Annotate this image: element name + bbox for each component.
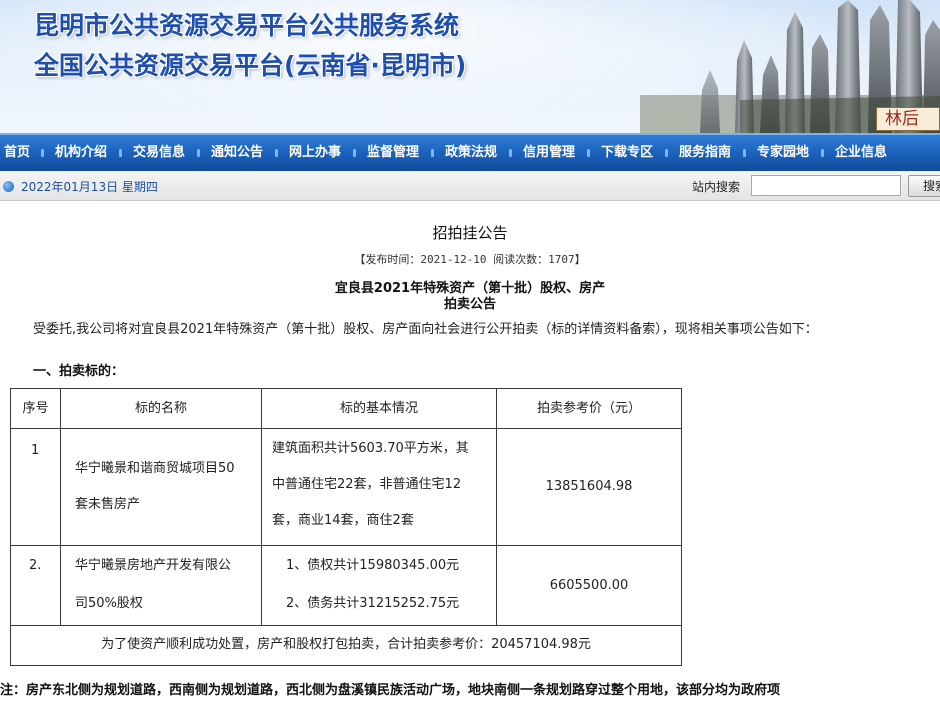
nav-item-guide[interactable]: 服务指南 <box>679 135 731 171</box>
nav-separator <box>353 149 356 157</box>
table-row: 建筑面积共计5603.70平方米，其 中普通住宅22套，非普通住宅12 套，商业… <box>262 429 497 546</box>
row1-price: 13851604.98 <box>545 479 633 494</box>
row2-info-line1: 1、债权共计15980345.00元 <box>286 558 460 573</box>
nav-separator <box>119 149 122 157</box>
row2-name-line1: 华宁曦景房地产开发有限公 <box>75 558 232 573</box>
auction-items-table: 序号 标的名称 标的基本情况 拍卖参考价（元） 1 华宁曦景和谐商贸城项目50 … <box>10 388 682 666</box>
current-date: 2022年01月13日 星期四 <box>21 180 158 194</box>
nav-separator <box>431 149 434 157</box>
nav-item-notices[interactable]: 通知公告 <box>211 135 263 171</box>
row2-price: 6605500.00 <box>549 578 629 593</box>
table-row: 华宁曦景和谐商贸城项目50 套未售房产 <box>61 429 262 546</box>
header-price: 拍卖参考价（元） <box>536 401 641 416</box>
table-footer-text: 为了使资产顺利成功处置，房产和股权打包拍卖，合计拍卖参考价：20457104.9… <box>101 637 591 652</box>
nav-separator <box>509 149 512 157</box>
nav-separator <box>743 149 746 157</box>
header-name: 标的名称 <box>134 401 187 416</box>
nav-separator <box>197 149 200 157</box>
table-row: 2. <box>11 546 61 626</box>
row1-info-line2: 中普通住宅22套，非普通住宅12 <box>272 477 462 492</box>
nav-item-downloads[interactable]: 下载专区 <box>601 135 653 171</box>
row1-name-line1: 华宁曦景和谐商贸城项目50 <box>75 461 235 476</box>
section-heading-auction-items: 一、拍卖标的： <box>33 364 125 379</box>
main-nav: 首页 机构介绍 交易信息 通知公告 网上办事 监督管理 政策法规 信用管理 下载… <box>0 133 940 171</box>
article-subtitle-line2: 拍卖公告 <box>443 297 496 312</box>
site-search-input[interactable] <box>751 175 901 196</box>
row1-name-line2: 套未售房产 <box>75 497 141 512</box>
row2-name-line2: 司50%股权 <box>75 596 143 611</box>
article-title: 招拍挂公告 <box>432 224 508 242</box>
nav-separator <box>821 149 824 157</box>
globe-icon <box>3 181 14 192</box>
header-info: 标的基本情况 <box>339 401 418 416</box>
nav-item-credit[interactable]: 信用管理 <box>523 135 575 171</box>
row2-no: 2. <box>29 558 42 573</box>
nav-item-experts[interactable]: 专家园地 <box>757 135 809 171</box>
article-note: 注：房产东北侧为规划道路，西南侧为规划道路，西北侧为盘溪镇民族活动广场，地块南侧… <box>0 683 781 698</box>
article-meta: 【发布时间：2021-12-10 阅读次数：1707】 <box>354 253 586 266</box>
nav-item-online[interactable]: 网上办事 <box>289 135 341 171</box>
date-search-bar: 2022年01月13日 星期四 站内搜索 搜索 <box>0 171 940 201</box>
banner-title-line2: 全国公共资源交易平台(云南省·昆明市) <box>34 51 467 80</box>
table-row: 13851604.98 <box>497 429 681 546</box>
nav-separator <box>587 149 590 157</box>
table-row: 华宁曦景房地产开发有限公 司50%股权 <box>61 546 262 626</box>
row1-info-line3: 套，商业14套，商住2套 <box>272 513 414 528</box>
table-footer-row: 为了使资产顺利成功处置，房产和股权打包拍卖，合计拍卖参考价：20457104.9… <box>11 626 681 665</box>
row1-no: 1 <box>31 443 40 458</box>
banner-title-line1: 昆明市公共资源交易平台公共服务系统 <box>34 11 460 40</box>
nav-item-supervision[interactable]: 监督管理 <box>367 135 419 171</box>
row2-info-line2: 2、债务共计31215252.75元 <box>286 596 460 611</box>
table-header-cell: 标的基本情况 <box>262 389 497 429</box>
nav-separator <box>665 149 668 157</box>
nav-separator <box>41 149 44 157</box>
row1-info-line1: 建筑面积共计5603.70平方米，其 <box>272 441 469 456</box>
site-search-label: 站内搜索 <box>692 180 741 194</box>
nav-item-about[interactable]: 机构介绍 <box>55 135 107 171</box>
article-intro: 受委托,我公司将对宜良县2021年特殊资产（第十批）股权、房产面向社会进行公开拍… <box>33 322 818 337</box>
table-header-cell: 序号 <box>11 389 61 429</box>
nav-item-companies[interactable]: 企业信息 <box>835 135 887 171</box>
table-row: 1 <box>11 429 61 546</box>
nav-item-trade-info[interactable]: 交易信息 <box>133 135 185 171</box>
table-row: 6605500.00 <box>497 546 681 626</box>
table-row: 1、债权共计15980345.00元 2、债务共计31215252.75元 <box>262 546 497 626</box>
site-banner: 昆明市公共资源交易平台公共服务系统 全国公共资源交易平台(云南省·昆明市) 林后 <box>0 0 940 133</box>
nav-item-policy[interactable]: 政策法规 <box>445 135 497 171</box>
table-header-cell: 标的名称 <box>61 389 262 429</box>
nav-item-home[interactable]: 首页 <box>4 135 30 171</box>
search-button[interactable]: 搜索 <box>908 175 940 197</box>
nav-separator <box>275 149 278 157</box>
header-no: 序号 <box>22 401 49 416</box>
table-header-cell: 拍卖参考价（元） <box>497 389 681 429</box>
banner-stamp: 林后 <box>876 107 940 131</box>
